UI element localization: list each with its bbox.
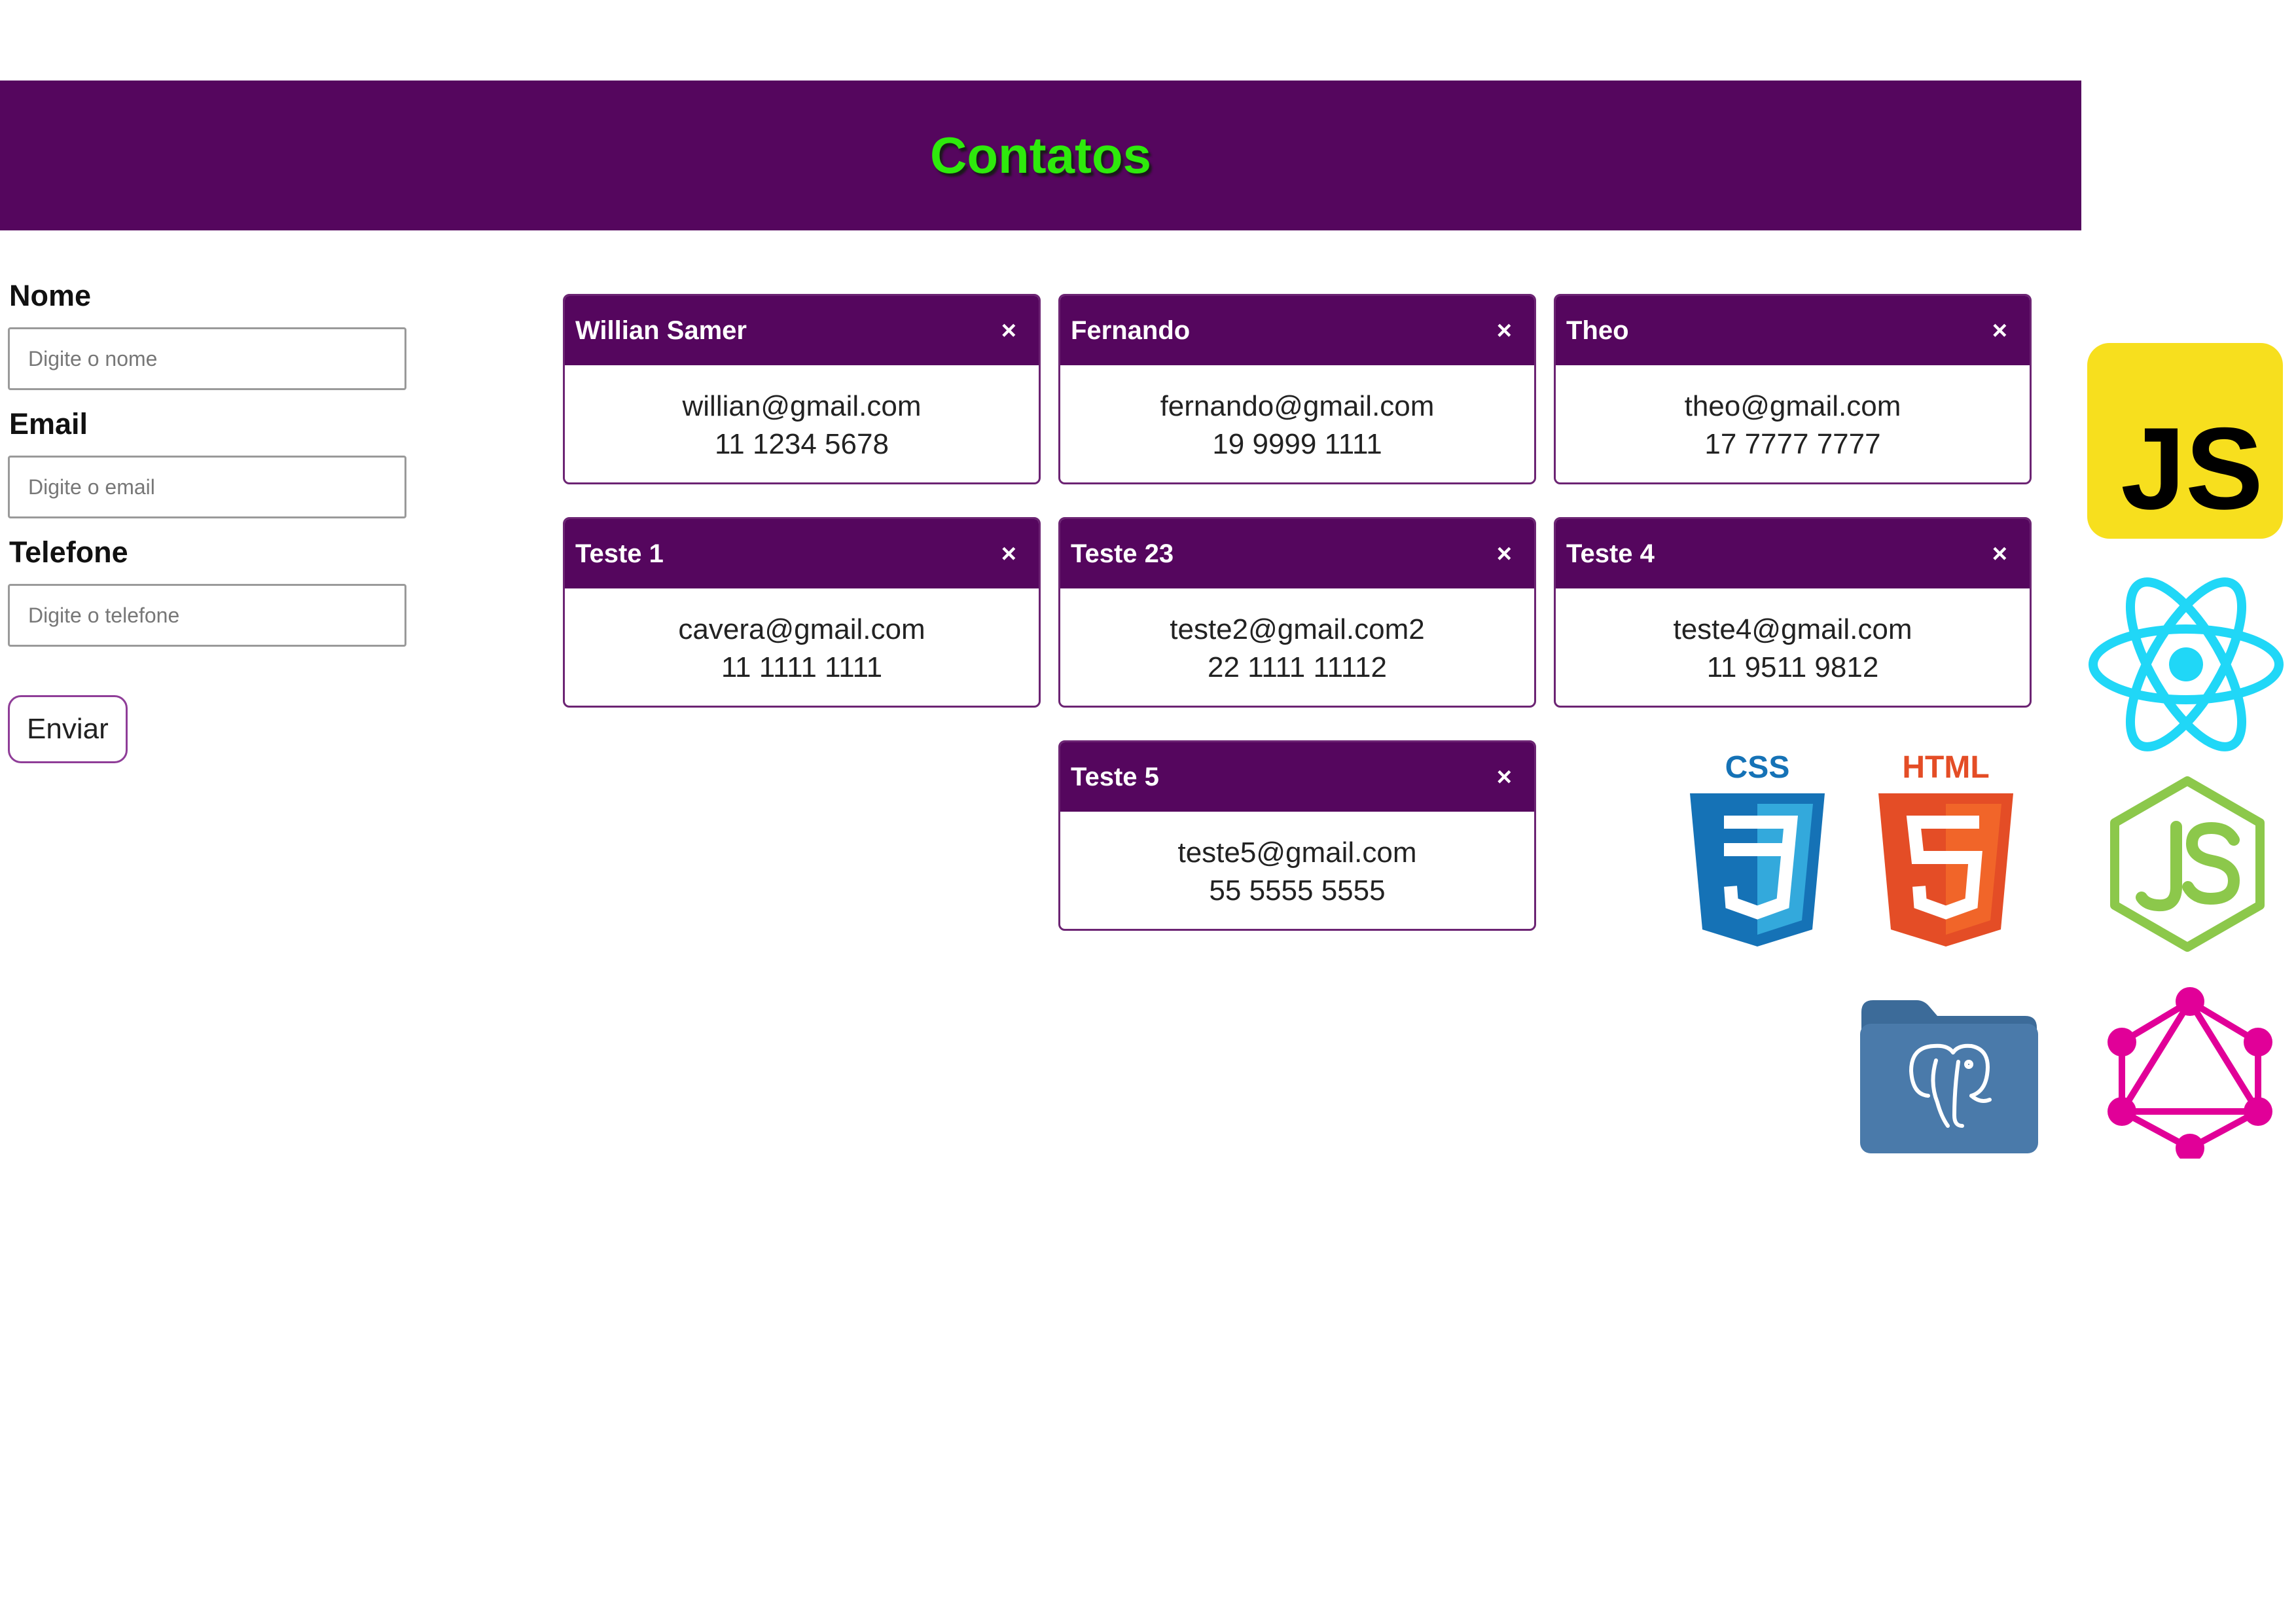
contact-card: Willian Samer × willian@gmail.com 11 123… xyxy=(563,294,1041,484)
contact-card-header: Teste 23 × xyxy=(1060,519,1534,588)
contact-card-header: Theo × xyxy=(1556,296,2030,365)
close-icon[interactable]: × xyxy=(1992,316,2007,346)
html5-logo-icon: HTML xyxy=(1876,750,2016,948)
contact-phone: 55 5555 5555 xyxy=(1209,875,1386,907)
contact-phone: 19 9999 1111 xyxy=(1212,428,1382,460)
email-label: Email xyxy=(9,407,88,441)
close-icon[interactable]: × xyxy=(1001,539,1016,569)
contact-card-header: Willian Samer × xyxy=(565,296,1039,365)
contact-card: Theo × theo@gmail.com 17 7777 7777 xyxy=(1554,294,2032,484)
contact-email: teste2@gmail.com2 xyxy=(1170,613,1425,645)
javascript-logo-text: JS xyxy=(2121,403,2263,533)
contact-phone: 11 1111 1111 xyxy=(721,651,883,683)
contact-name: Teste 23 xyxy=(1071,539,1174,568)
contact-email: teste4@gmail.com xyxy=(1673,613,1912,645)
contact-card: Teste 1 × cavera@gmail.com 11 1111 1111 xyxy=(563,517,1041,708)
contact-phone: 17 7777 7777 xyxy=(1704,428,1881,460)
page-title: Contatos xyxy=(930,126,1151,184)
contact-phone: 11 1234 5678 xyxy=(715,428,889,460)
contact-card-header: Teste 1 × xyxy=(565,519,1039,588)
contact-name: Teste 4 xyxy=(1566,539,1655,568)
close-icon[interactable]: × xyxy=(1001,316,1016,346)
javascript-logo-icon: JS xyxy=(2087,343,2283,539)
submit-button[interactable]: Enviar xyxy=(8,695,128,763)
contact-email: theo@gmail.com xyxy=(1684,390,1901,422)
contact-name: Fernando xyxy=(1071,316,1191,345)
contact-phone: 22 1111 11112 xyxy=(1207,651,1388,683)
contact-card-body: willian@gmail.com 11 1234 5678 xyxy=(565,365,1039,463)
contact-card-header: Teste 4 × xyxy=(1556,519,2030,588)
contact-card-body: teste2@gmail.com2 22 1111 11112 xyxy=(1060,588,1534,687)
contact-name: Willian Samer xyxy=(575,316,747,345)
contact-card: Teste 5 × teste5@gmail.com 55 5555 5555 xyxy=(1058,740,1536,931)
close-icon[interactable]: × xyxy=(1497,539,1512,569)
contact-card-body: fernando@gmail.com 19 9999 1111 xyxy=(1060,365,1534,463)
contact-card-body: cavera@gmail.com 11 1111 1111 xyxy=(565,588,1039,687)
contact-card: Teste 4 × teste4@gmail.com 11 9511 9812 xyxy=(1554,517,2032,708)
contact-card: Fernando × fernando@gmail.com 19 9999 11… xyxy=(1058,294,1536,484)
contact-card-header: Fernando × xyxy=(1060,296,1534,365)
contact-card: Teste 23 × teste2@gmail.com2 22 1111 111… xyxy=(1058,517,1536,708)
react-logo-icon xyxy=(2088,576,2284,753)
postgresql-folder-icon xyxy=(1856,998,2041,1155)
nodejs-logo-icon xyxy=(2106,776,2269,952)
contact-form: Nome Email Telefone Enviar xyxy=(8,262,414,763)
css3-logo-icon: CSS xyxy=(1687,750,1827,948)
graphql-logo-icon xyxy=(2105,982,2275,1163)
contact-email: fernando@gmail.com xyxy=(1160,390,1435,422)
html5-logo-text: HTML xyxy=(1902,751,1989,785)
contact-name: Teste 1 xyxy=(575,539,664,568)
close-icon[interactable]: × xyxy=(1497,763,1512,792)
contact-phone: 11 9511 9812 xyxy=(1706,651,1879,683)
contact-card-header: Teste 5 × xyxy=(1060,742,1534,812)
phone-input[interactable] xyxy=(8,584,406,647)
contact-card-body: theo@gmail.com 17 7777 7777 xyxy=(1556,365,2030,463)
page-header: Contatos xyxy=(0,81,2081,230)
phone-label: Telefone xyxy=(9,535,128,569)
contact-email: teste5@gmail.com xyxy=(1177,837,1417,869)
contact-email: willian@gmail.com xyxy=(682,390,922,422)
close-icon[interactable]: × xyxy=(1992,539,2007,569)
name-label: Nome xyxy=(9,279,92,312)
css3-logo-text: CSS xyxy=(1725,751,1790,785)
contact-name: Teste 5 xyxy=(1071,762,1159,791)
contact-name: Theo xyxy=(1566,316,1629,345)
contact-card-body: teste5@gmail.com 55 5555 5555 xyxy=(1060,812,1534,910)
name-input[interactable] xyxy=(8,327,406,390)
email-input[interactable] xyxy=(8,456,406,518)
contact-email: cavera@gmail.com xyxy=(678,613,925,645)
contact-card-body: teste4@gmail.com 11 9511 9812 xyxy=(1556,588,2030,687)
close-icon[interactable]: × xyxy=(1497,316,1512,346)
